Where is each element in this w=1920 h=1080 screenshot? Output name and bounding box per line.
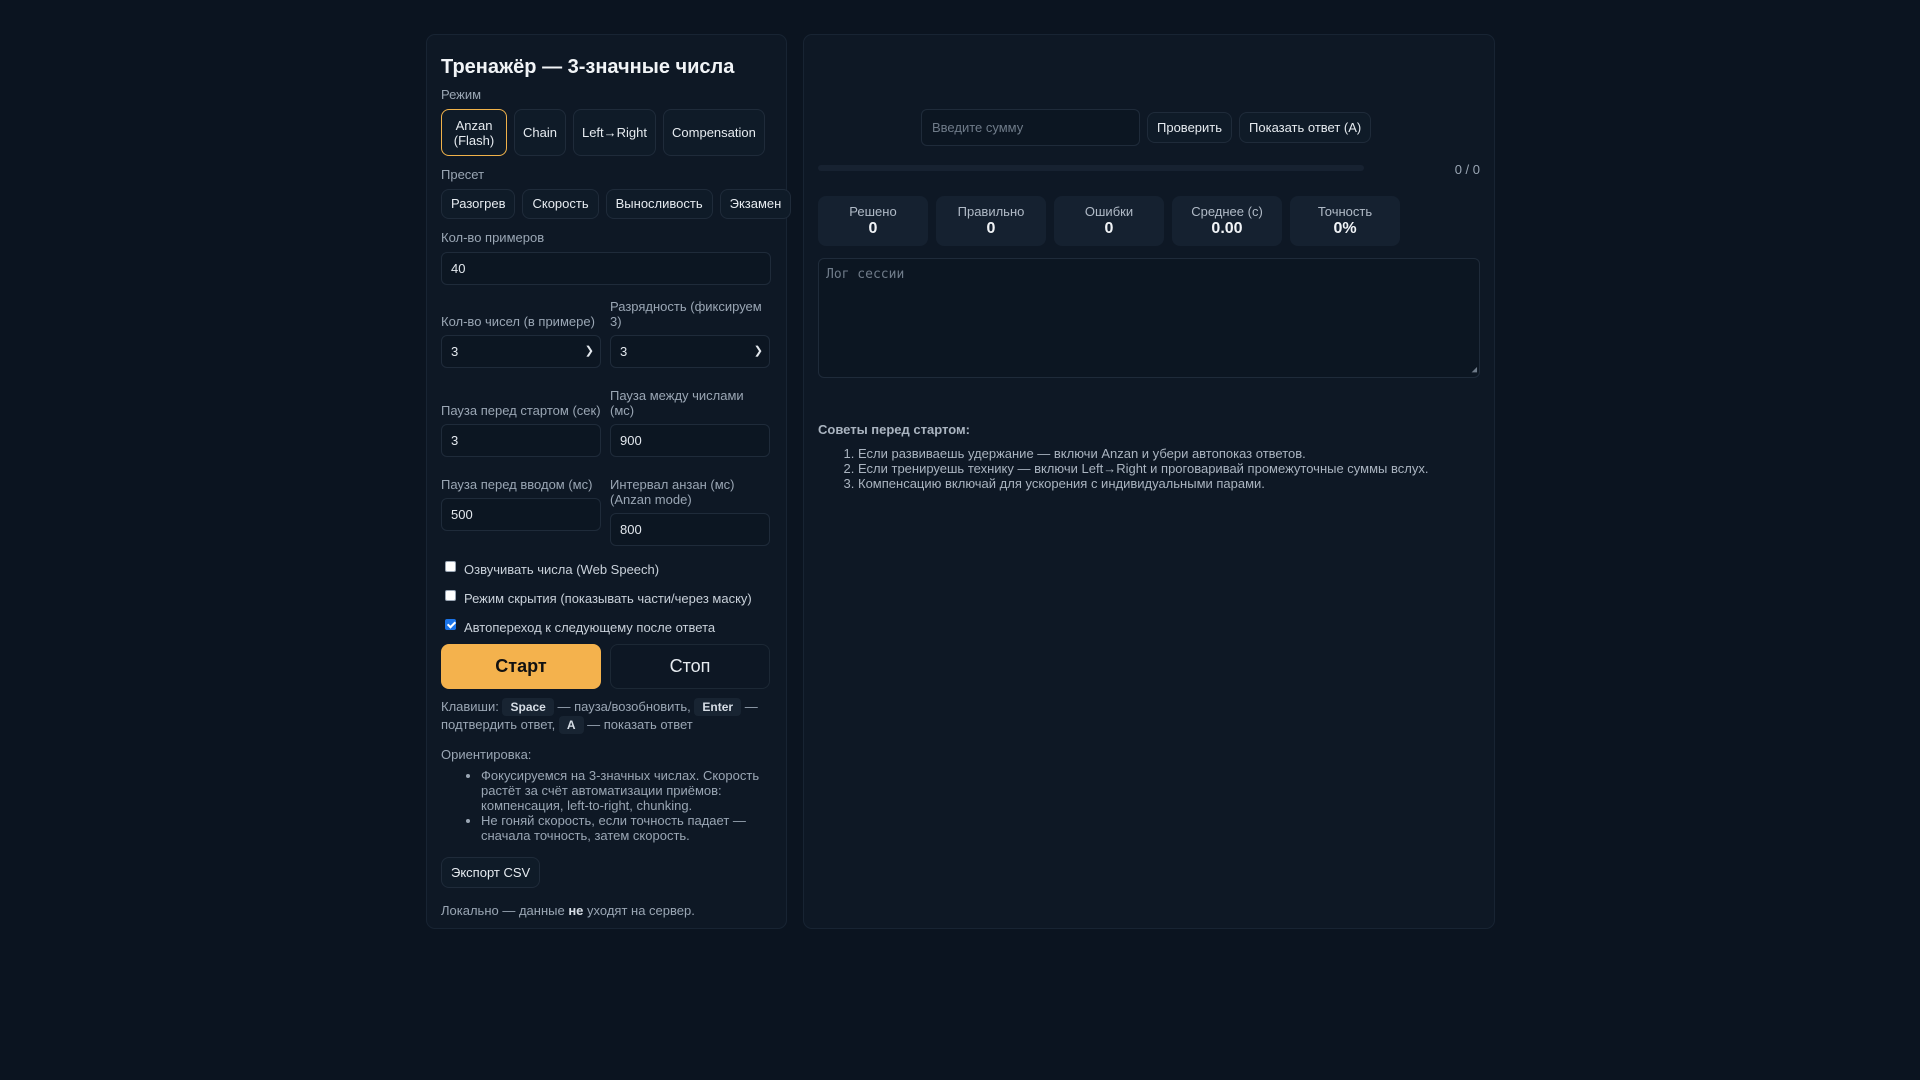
space-key: Space — [502, 698, 554, 716]
answer-row: Введите сумму Проверить Показать ответ (… — [921, 109, 1372, 146]
chevron-down-icon: ❯ — [584, 345, 594, 357]
pause-before-input-input[interactable]: 500 — [441, 498, 601, 531]
stat-solved: Решено 0 — [818, 196, 928, 246]
preset-speed-button[interactable]: Скорость — [522, 189, 599, 219]
settings-panel: Тренажёр — 3-значные числа Режим Anzan (… — [426, 34, 792, 929]
speak-numbers-checkbox[interactable]: Озвучивать числа (Web Speech) — [441, 560, 772, 577]
tips-list: Если развиваешь удержание — включи Anzan… — [818, 446, 1428, 491]
numbers-per-example-label: Кол-во чисел (в примере) — [441, 314, 595, 329]
show-answer-button[interactable]: Показать ответ (A) — [1239, 112, 1372, 143]
preset-endurance-button[interactable]: Выносливость — [605, 189, 713, 219]
pause-before-input-label: Пауза перед вводом (мс) — [441, 477, 593, 492]
count-input[interactable]: 40 — [441, 252, 771, 285]
pause-before-start-label: Пауза перед стартом (сек) — [441, 403, 601, 418]
preset-exam-button[interactable]: Экзамен — [719, 189, 792, 219]
stat-accuracy: Точность 0% — [1290, 196, 1400, 246]
check-button[interactable]: Проверить — [1147, 112, 1233, 143]
orientation-list: Фокусируемся на 3-значных числах. Скорос… — [441, 768, 772, 843]
digits-label: Разрядность (фиксируем 3) — [610, 299, 762, 329]
pause-between-input[interactable]: 900 — [610, 424, 770, 457]
auto-advance-checkbox[interactable]: Автопереход к следующему после ответа — [441, 618, 772, 635]
mode-compensation-button[interactable]: Compensation — [663, 109, 765, 156]
stat-errors: Ошибки 0 — [1054, 196, 1164, 246]
resize-grip-icon[interactable]: ◢ — [1472, 365, 1477, 375]
session-log[interactable]: Лог сессии ◢ — [818, 258, 1480, 378]
checkbox-icon[interactable] — [445, 589, 456, 601]
mode-anzan-button[interactable]: Anzan (Flash) — [441, 109, 507, 156]
preset-warmup-button[interactable]: Разогрев — [441, 189, 516, 219]
checkbox-icon[interactable] — [445, 560, 456, 572]
digits-select[interactable]: 3 ❯ — [610, 335, 770, 368]
pause-between-label: Пауза между числами (мс) — [610, 388, 744, 418]
list-item: Если развиваешь удержание — включи Anzan… — [858, 446, 1428, 461]
answer-input[interactable]: Введите сумму — [921, 109, 1140, 146]
keyboard-hints: Клавиши: Space — пауза/возобновить, Ente… — [441, 698, 758, 734]
preset-label: Пресет — [441, 167, 485, 182]
session-panel: Введите сумму Проверить Показать ответ (… — [803, 34, 1495, 929]
list-item: Если тренируешь технику — включи Left→Ri… — [858, 461, 1428, 476]
mode-chain-button[interactable]: Chain — [514, 109, 566, 156]
anzan-interval-input[interactable]: 800 — [610, 513, 770, 546]
anzan-interval-label: Интервал анзан (мс) (Anzan mode) — [610, 477, 735, 507]
pause-before-start-input[interactable]: 3 — [441, 424, 601, 457]
list-item: Компенсацию включай для ускорения с инди… — [858, 476, 1428, 491]
list-item: Фокусируемся на 3-значных числах. Скорос… — [481, 768, 772, 813]
tips-title: Советы перед стартом: — [818, 422, 970, 437]
preset-selector: Разогрев Скорость Выносливость Экзамен — [441, 189, 795, 219]
hide-mode-checkbox[interactable]: Режим скрытия (показывать части/через ма… — [441, 589, 772, 606]
a-key: A — [558, 716, 584, 734]
stop-button[interactable]: Стоп — [610, 644, 770, 689]
start-button[interactable]: Старт — [441, 644, 601, 689]
stats-row: Решено 0 Правильно 0 Ошибки 0 Среднее (с) 0.… — [818, 196, 1400, 246]
local-storage-note: Локально — данные не уходят на сервер. — [441, 903, 695, 918]
count-label: Кол-во примеров — [441, 230, 545, 245]
numbers-per-example-select[interactable]: 3 ❯ — [441, 335, 601, 368]
progress-count: 0 / 0 — [1454, 162, 1480, 177]
checkbox-checked-icon[interactable] — [445, 618, 456, 630]
chevron-down-icon: ❯ — [753, 345, 763, 357]
progress-bar — [818, 165, 1364, 171]
list-item: Не гоняй скорость, если точность падает … — [481, 813, 772, 843]
mode-label: Режим — [441, 87, 482, 102]
enter-key: Enter — [694, 698, 742, 716]
mode-selector: Anzan (Flash) Chain Left→Right Compensat… — [441, 109, 772, 156]
mode-left-right-button[interactable]: Left→Right — [572, 109, 657, 156]
stat-correct: Правильно 0 — [936, 196, 1046, 246]
export-csv-button[interactable]: Экспорт CSV — [441, 857, 541, 888]
stat-average: Среднее (с) 0.00 — [1172, 196, 1282, 246]
page-title: Тренажёр — 3-значные числа — [441, 56, 735, 78]
orientation-label: Ориентировка: — [441, 747, 532, 762]
